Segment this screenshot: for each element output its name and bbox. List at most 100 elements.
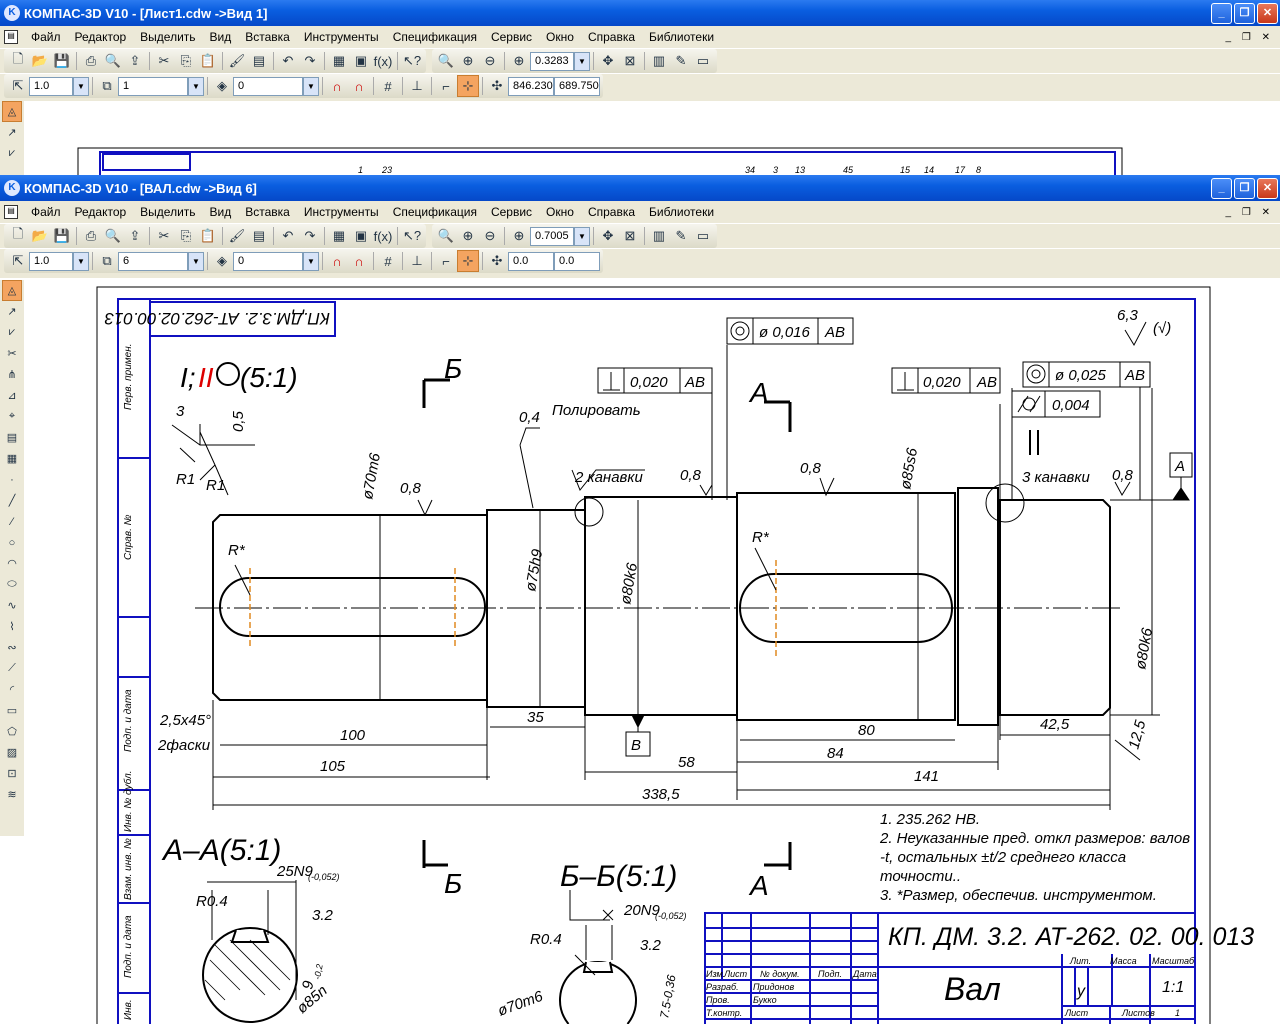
brush-icon[interactable]: 🖌 (226, 50, 248, 72)
drawing-canvas-1[interactable]: ◬ ↗ ⩗ 1 23 34 3 13 45 15 14 17 8 (0, 101, 1280, 176)
pan-icon[interactable]: ✥ (597, 225, 619, 247)
coord-y[interactable]: 689.750 (554, 76, 600, 96)
undo-icon[interactable]: ↶ (277, 225, 299, 247)
mdi-controls[interactable]: _ ❐ ✕ (1226, 207, 1274, 218)
menu-insert[interactable]: Вставка (238, 205, 297, 219)
copy-icon[interactable]: ⎘ (175, 50, 197, 72)
cursor-step-icon[interactable]: ⇱ (7, 75, 29, 97)
circle-icon[interactable]: ○ (2, 532, 22, 553)
step-dropdown[interactable]: ▼ (73, 251, 89, 271)
menu-view[interactable]: Вид (203, 205, 239, 219)
menu-tools[interactable]: Инструменты (297, 30, 386, 44)
new-icon[interactable]: 🗋 (7, 225, 29, 247)
view-icon[interactable]: ⧉ (96, 75, 118, 97)
point-icon[interactable]: · (2, 469, 22, 490)
bezier-icon[interactable]: ∾ (2, 637, 22, 658)
fillet-icon[interactable]: ◜ (2, 679, 22, 700)
zoom-dropdown[interactable]: ▼ (574, 51, 590, 71)
axes-icon[interactable]: ⊥ (406, 75, 428, 97)
save-icon[interactable]: 💾 (51, 225, 73, 247)
paste-icon[interactable]: 📋 (197, 225, 219, 247)
view-dropdown[interactable]: ▼ (188, 76, 204, 96)
menu-libraries[interactable]: Библиотеки (642, 30, 721, 44)
zoom-dropdown[interactable]: ▼ (574, 226, 590, 246)
aux-line-icon[interactable]: ╱ (2, 490, 22, 511)
coord-y[interactable]: 0.0 (554, 251, 600, 271)
select-icon[interactable]: ⌖ (2, 406, 22, 427)
brush-icon[interactable]: 🖌 (226, 225, 248, 247)
zoom-input[interactable]: 0.3283 (530, 51, 574, 71)
spline-icon[interactable]: ∿ (2, 595, 22, 616)
paste-icon[interactable]: 📋 (197, 50, 219, 72)
menu-window[interactable]: Окно (539, 30, 581, 44)
snap-magnet-icon[interactable]: ∩ (326, 75, 348, 97)
zoom-out-icon[interactable]: ⊖ (479, 50, 501, 72)
menu-spec[interactable]: Спецификация (386, 205, 484, 219)
step-input[interactable]: 1.0 (29, 76, 73, 96)
menu-view[interactable]: Вид (203, 30, 239, 44)
open-icon[interactable]: 📂 (29, 50, 51, 72)
help-cursor-icon[interactable]: ↖? (401, 225, 423, 247)
polygon-icon[interactable]: ⬠ (2, 721, 22, 742)
preview-icon[interactable]: 🔍 (102, 50, 124, 72)
coord-x[interactable]: 0.0 (508, 251, 554, 271)
minimize-button[interactable]: _ (1211, 2, 1232, 24)
arc-icon[interactable]: ◠ (2, 553, 22, 574)
cut-icon[interactable]: ✂ (153, 225, 175, 247)
undo-icon[interactable]: ↶ (277, 50, 299, 72)
layer-dropdown[interactable]: ▼ (303, 76, 319, 96)
menu-select[interactable]: Выделить (133, 205, 202, 219)
step-dropdown[interactable]: ▼ (73, 76, 89, 96)
fx-icon[interactable]: f(x) (372, 225, 394, 247)
hatch-icon[interactable]: ▨ (2, 742, 22, 763)
properties-icon[interactable]: ▤ (248, 225, 270, 247)
fit-icon[interactable]: ⊠ (619, 50, 641, 72)
tools-icon[interactable]: ✎ (670, 50, 692, 72)
local-snap-icon[interactable]: ∩ (348, 75, 370, 97)
fit-icon[interactable]: ⊠ (619, 225, 641, 247)
zoom-icon[interactable]: 🔍 (435, 225, 457, 247)
menu-file[interactable]: Файл (24, 30, 68, 44)
spec-icon[interactable]: ▤ (2, 427, 22, 448)
round-icon[interactable]: ⊹ (457, 75, 479, 97)
menu-file[interactable]: Файл (24, 205, 68, 219)
chamfer-icon[interactable]: ⟋ (2, 658, 22, 679)
tools-icon[interactable]: ✎ (670, 225, 692, 247)
new-icon[interactable]: 🗋 (7, 50, 29, 72)
view-input[interactable]: 6 (118, 251, 188, 271)
maximize-button[interactable]: ❐ (1234, 2, 1255, 24)
cursor-step-icon[interactable]: ⇱ (7, 250, 29, 272)
zoom-in-icon[interactable]: ⊕ (457, 225, 479, 247)
measure-icon[interactable]: ⊿ (2, 385, 22, 406)
mdi-controls[interactable]: _ ❐ ✕ (1226, 32, 1274, 43)
redo-icon[interactable]: ↷ (299, 50, 321, 72)
ellipse-icon[interactable]: ⬭ (2, 574, 22, 595)
export-icon[interactable]: ⇪ (124, 50, 146, 72)
menu-help[interactable]: Справка (581, 205, 642, 219)
layer-input[interactable]: 0 (233, 251, 303, 271)
print-icon[interactable]: ⎙ (80, 225, 102, 247)
print-icon[interactable]: ⎙ (80, 50, 102, 72)
menu-insert[interactable]: Вставка (238, 30, 297, 44)
segment-icon[interactable]: ⁄ (2, 511, 22, 532)
polyline-icon[interactable]: ⌇ (2, 616, 22, 637)
notation-icon[interactable]: ⩗ (2, 322, 22, 343)
fx-icon[interactable]: f(x) (372, 50, 394, 72)
layers-icon[interactable]: ◈ (211, 75, 233, 97)
display-icon[interactable]: ▭ (692, 225, 714, 247)
axes-icon[interactable]: ⊥ (406, 250, 428, 272)
equidistant-icon[interactable]: ≋ (2, 784, 22, 805)
close-button[interactable]: ✕ (1257, 177, 1278, 199)
document-icon[interactable]: ▤ (4, 205, 18, 219)
menu-edit[interactable]: Редактор (68, 205, 134, 219)
refresh-icon[interactable]: ▥ (648, 225, 670, 247)
manager-icon[interactable]: ▦ (328, 225, 350, 247)
variables-icon[interactable]: ▣ (350, 50, 372, 72)
zoom-out-icon[interactable]: ⊖ (479, 225, 501, 247)
rectangle-icon[interactable]: ▭ (2, 700, 22, 721)
geometry-icon[interactable]: ◬ (2, 280, 22, 301)
menu-help[interactable]: Справка (581, 30, 642, 44)
layer-input[interactable]: 0 (233, 76, 303, 96)
round-icon[interactable]: ⊹ (457, 250, 479, 272)
maximize-button[interactable]: ❐ (1234, 177, 1255, 199)
